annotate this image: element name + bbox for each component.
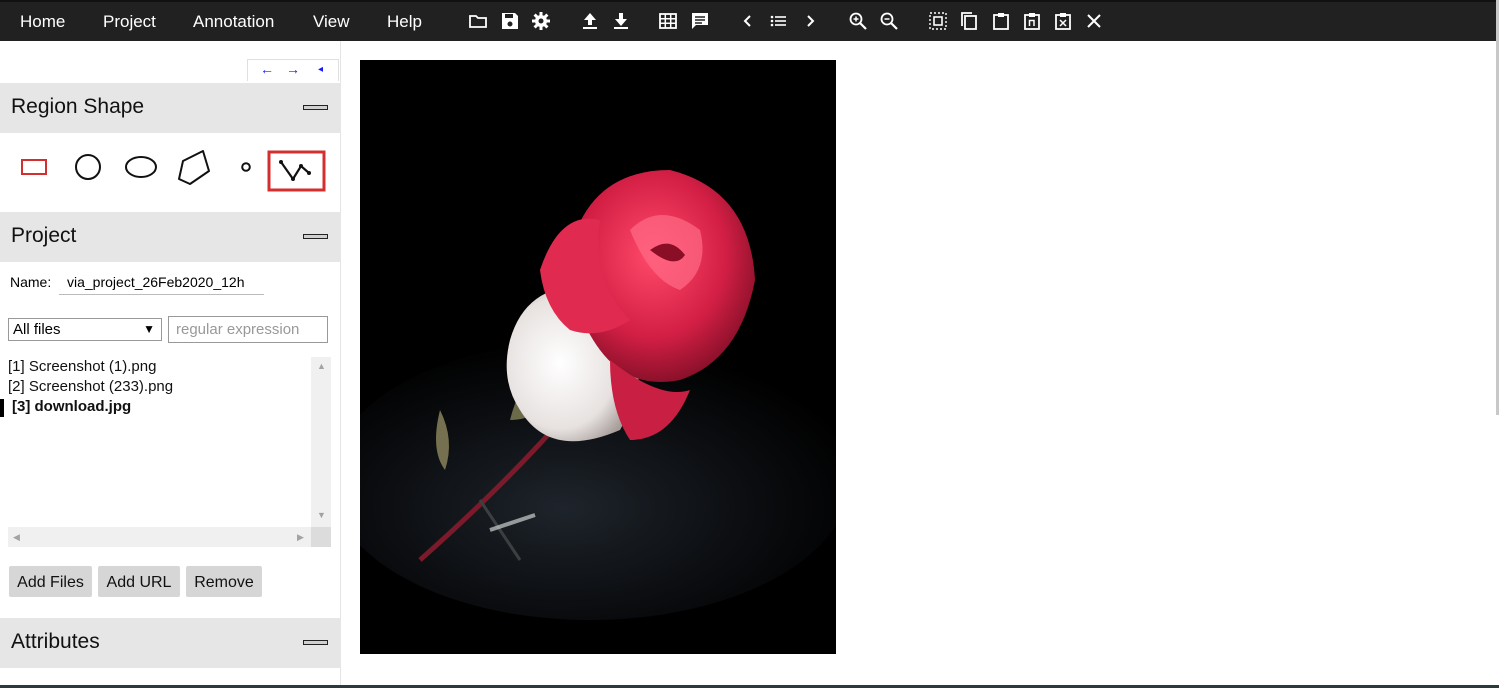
menu-annotation[interactable]: Annotation [193,2,274,41]
close-icon[interactable] [1084,11,1104,31]
region-shape-title: Region Shape [11,95,145,118]
file-list-item[interactable]: [2] Screenshot (233).png [8,378,173,395]
prev-arrow-icon[interactable]: ← [260,61,274,77]
collapse-region-shape-button[interactable] [303,105,328,110]
scrollbar-corner [311,527,331,547]
comment-icon[interactable] [690,11,710,31]
project-header[interactable]: Project [0,212,341,262]
collapse-project-button[interactable] [303,234,328,239]
scroll-left-icon[interactable]: ◀ [13,532,20,543]
previous-chevron-icon[interactable] [738,11,758,31]
left-panel: ← → ◂ Region Shape Project Name: All fil… [0,41,341,688]
collapse-attributes-button[interactable] [303,640,328,645]
delete-region-icon[interactable] [1053,11,1073,31]
top-menubar: Home Project Annotation View Help [0,0,1496,41]
menu-help[interactable]: Help [387,2,422,41]
copy-icon[interactable] [959,11,979,31]
file-filter-selected: All files [13,321,61,338]
point-tool-icon[interactable] [240,161,252,173]
upload-icon[interactable] [580,11,600,31]
save-icon[interactable] [500,11,520,31]
rose-image [360,60,836,654]
remove-button[interactable]: Remove [186,566,262,597]
image-canvas[interactable] [360,60,836,654]
settings-gear-icon[interactable] [531,11,551,31]
scroll-up-icon[interactable]: ▲ [317,361,326,371]
list-icon[interactable] [768,11,788,31]
menu-project[interactable]: Project [103,2,156,41]
file-list-horizontal-scrollbar[interactable]: ◀ ▶ [8,527,311,547]
rectangle-tool-icon[interactable] [20,156,48,178]
file-list-vertical-scrollbar[interactable]: ▲ ▼ [311,357,331,547]
zoom-in-icon[interactable] [848,11,868,31]
paste-icon[interactable] [991,11,1011,31]
next-chevron-icon[interactable] [800,11,820,31]
collapse-panel-icon[interactable]: ◂ [318,64,323,75]
polygon-tool-icon[interactable] [175,148,215,188]
zoom-out-icon[interactable] [879,11,899,31]
regex-filter-input[interactable] [168,316,328,343]
panel-nav-box: ← → ◂ [247,59,339,81]
region-shape-header[interactable]: Region Shape [0,83,341,133]
add-url-button[interactable]: Add URL [98,566,180,597]
select-all-regions-icon[interactable] [928,11,948,31]
add-files-button[interactable]: Add Files [9,566,92,597]
polyline-tool-icon[interactable] [267,150,326,192]
project-name-input[interactable] [59,269,264,295]
active-file-marker [0,399,4,417]
ellipse-tool-icon[interactable] [123,155,159,179]
attributes-header[interactable]: Attributes [0,618,341,668]
project-name-label: Name: [10,274,52,290]
project-title: Project [11,224,77,247]
file-list-item-active[interactable]: [3] download.jpg [12,398,131,415]
file-filter-select[interactable]: All files ▼ [8,318,162,341]
dropdown-caret-icon: ▼ [143,322,155,336]
folder-open-icon[interactable] [468,11,488,31]
scroll-right-icon[interactable]: ▶ [297,532,304,543]
grid-view-icon[interactable] [658,11,678,31]
next-arrow-icon[interactable]: → [286,61,300,77]
menu-home[interactable]: Home [20,2,65,41]
paste-n-icon[interactable] [1022,11,1042,31]
download-icon[interactable] [611,11,631,31]
circle-tool-icon[interactable] [73,152,103,182]
file-list-item[interactable]: [1] Screenshot (1).png [8,358,156,375]
menu-view[interactable]: View [313,2,350,41]
scroll-down-icon[interactable]: ▼ [317,510,326,520]
attributes-title: Attributes [11,630,100,653]
